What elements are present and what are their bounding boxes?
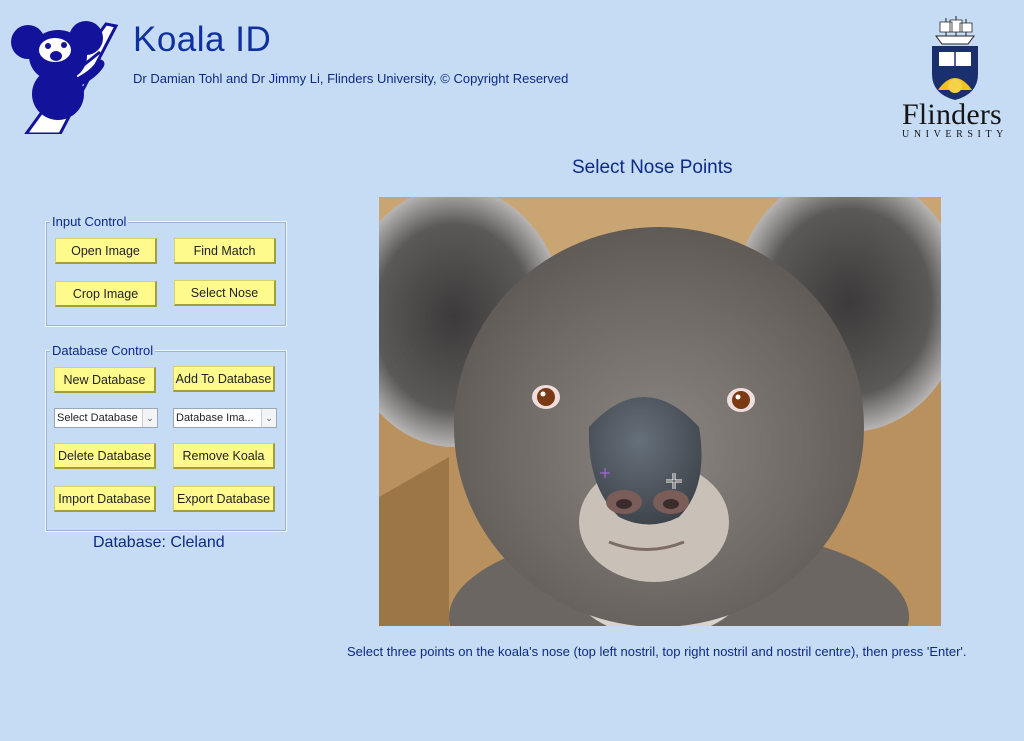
database-image-dropdown[interactable]: Database Ima... ⌄ [173, 408, 277, 428]
open-image-button[interactable]: Open Image [55, 238, 157, 264]
crop-image-button[interactable]: Crop Image [55, 281, 157, 307]
instructions-text: Select three points on the koala's nose … [347, 644, 967, 659]
chevron-down-icon: ⌄ [261, 409, 276, 427]
koala-photo [379, 197, 941, 626]
new-database-button[interactable]: New Database [54, 367, 156, 393]
crest-icon [932, 16, 978, 100]
database-image-value: Database Ima... [176, 412, 254, 424]
remove-koala-button[interactable]: Remove Koala [173, 443, 275, 469]
database-status: Database: Cleland [93, 534, 225, 551]
database-control-label: Database Control [50, 343, 156, 358]
university-name: Flinders [902, 98, 1002, 131]
university-subtitle: UNIVERSITY [902, 129, 1008, 140]
input-control-label: Input Control [50, 214, 129, 229]
select-database-dropdown[interactable]: Select Database ⌄ [54, 408, 158, 428]
koala-image-canvas[interactable] [379, 197, 941, 626]
crosshair-icon [666, 473, 682, 489]
find-match-button[interactable]: Find Match [174, 238, 276, 264]
add-to-database-button[interactable]: Add To Database [173, 366, 275, 392]
export-database-button[interactable]: Export Database [173, 486, 275, 512]
import-database-button[interactable]: Import Database [54, 486, 156, 512]
database-control-group: Database Control New Database Add To Dat… [45, 343, 287, 532]
panel-title: Select Nose Points [572, 157, 733, 178]
koala-logo-icon [11, 21, 119, 134]
app-title: Koala ID [133, 20, 272, 59]
chevron-down-icon: ⌄ [142, 409, 157, 427]
delete-database-button[interactable]: Delete Database [54, 443, 156, 469]
select-nose-button[interactable]: Select Nose [174, 280, 276, 306]
input-control-group: Input Control Open Image Find Match Crop… [45, 214, 287, 327]
select-database-value: Select Database [57, 412, 138, 424]
app-subtitle: Dr Damian Tohl and Dr Jimmy Li, Flinders… [133, 71, 569, 86]
